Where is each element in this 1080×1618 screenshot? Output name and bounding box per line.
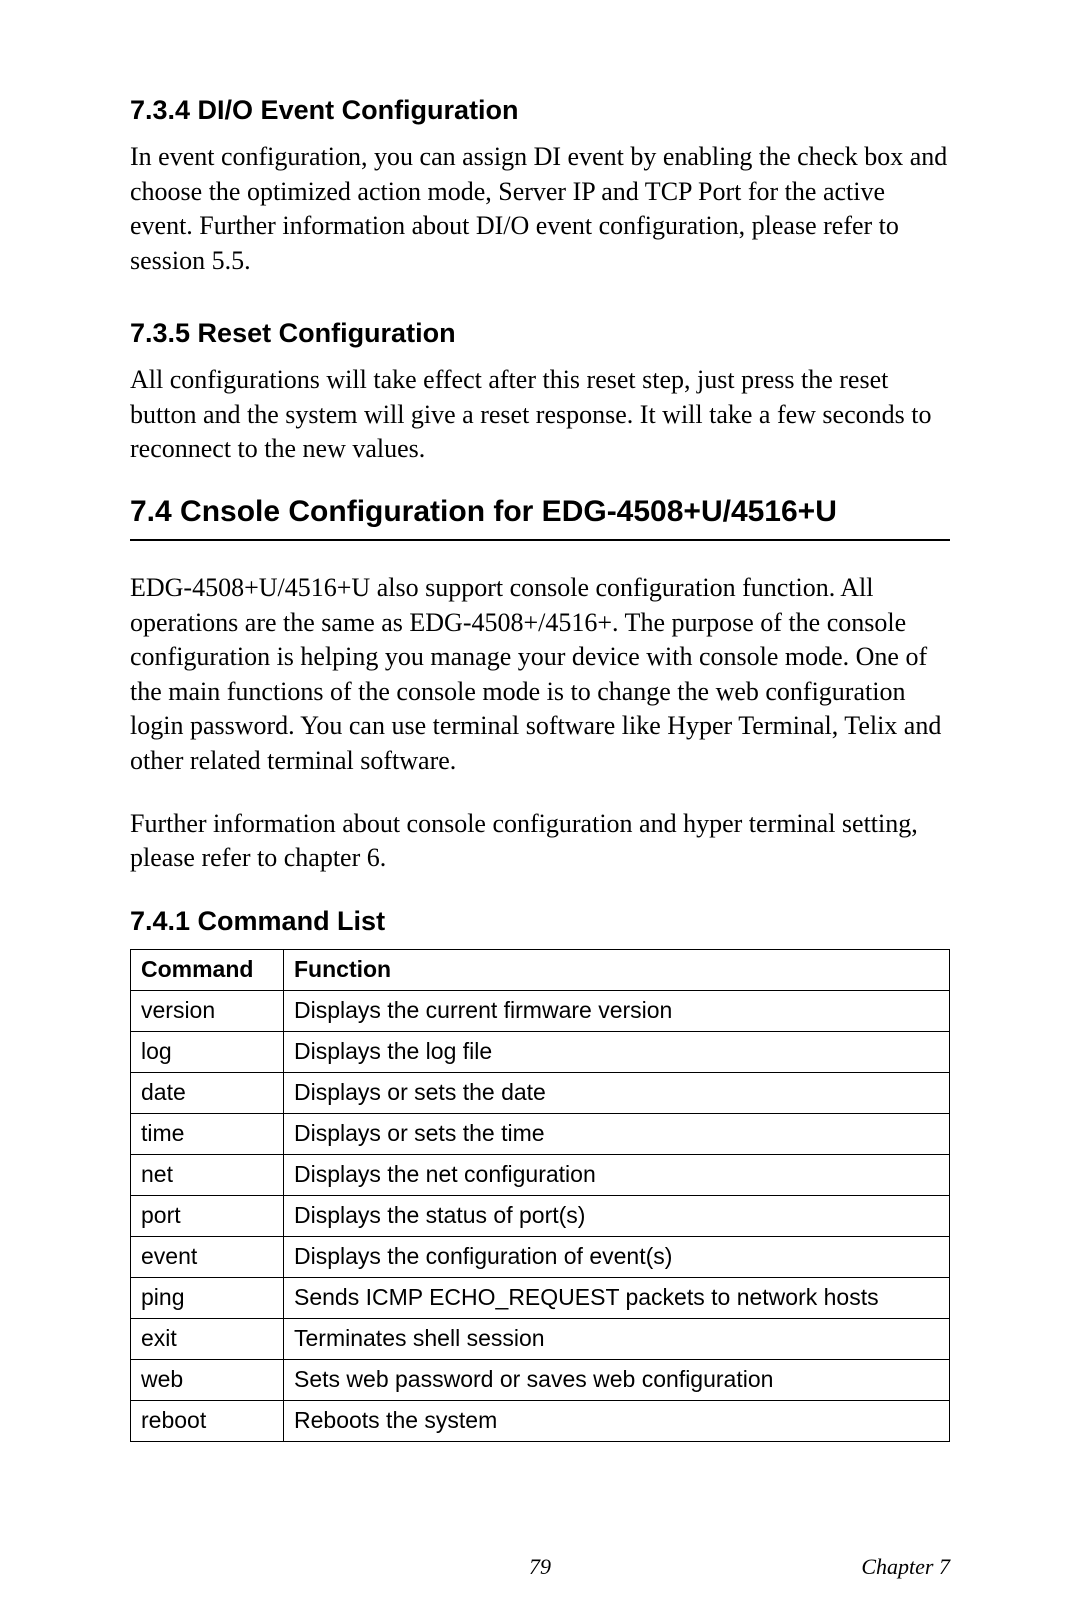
cell-function: Displays the configuration of event(s) — [284, 1236, 950, 1277]
cell-command: ping — [131, 1277, 284, 1318]
table-row: log Displays the log file — [131, 1031, 950, 1072]
cell-function: Displays the current firmware version — [284, 990, 950, 1031]
heading-7-3-5: 7.3.5 Reset Configuration — [130, 318, 950, 349]
cell-function: Sets web password or saves web configura… — [284, 1359, 950, 1400]
chapter-label: Chapter 7 — [861, 1554, 950, 1580]
table-row: port Displays the status of port(s) — [131, 1195, 950, 1236]
table-row: web Sets web password or saves web confi… — [131, 1359, 950, 1400]
paragraph: All configurations will take effect afte… — [130, 363, 950, 467]
cell-command: port — [131, 1195, 284, 1236]
table-header-function: Function — [284, 949, 950, 990]
cell-command: version — [131, 990, 284, 1031]
paragraph: In event configuration, you can assign D… — [130, 140, 950, 278]
table-header-command: Command — [131, 949, 284, 990]
table-row: ping Sends ICMP ECHO_REQUEST packets to … — [131, 1277, 950, 1318]
cell-command: log — [131, 1031, 284, 1072]
heading-7-4: 7.4 Cnsole Configuration for EDG-4508+U/… — [130, 495, 950, 529]
cell-command: web — [131, 1359, 284, 1400]
section-divider — [130, 539, 950, 541]
table-row: date Displays or sets the date — [131, 1072, 950, 1113]
cell-function: Reboots the system — [284, 1400, 950, 1441]
table-row: reboot Reboots the system — [131, 1400, 950, 1441]
cell-command: date — [131, 1072, 284, 1113]
page-number: 79 — [529, 1554, 551, 1580]
cell-function: Terminates shell session — [284, 1318, 950, 1359]
cell-command: reboot — [131, 1400, 284, 1441]
table-row: event Displays the configuration of even… — [131, 1236, 950, 1277]
cell-function: Displays the status of port(s) — [284, 1195, 950, 1236]
cell-function: Sends ICMP ECHO_REQUEST packets to netwo… — [284, 1277, 950, 1318]
cell-function: Displays the log file — [284, 1031, 950, 1072]
table-row: exit Terminates shell session — [131, 1318, 950, 1359]
cell-function: Displays or sets the time — [284, 1113, 950, 1154]
table-row: version Displays the current firmware ve… — [131, 990, 950, 1031]
table-header-row: Command Function — [131, 949, 950, 990]
paragraph: EDG-4508+U/4516+U also support console c… — [130, 571, 950, 778]
cell-command: time — [131, 1113, 284, 1154]
cell-command: net — [131, 1154, 284, 1195]
cell-function: Displays or sets the date — [284, 1072, 950, 1113]
table-row: time Displays or sets the time — [131, 1113, 950, 1154]
document-page: 7.3.4 DI/O Event Configuration In event … — [0, 0, 1080, 1618]
cell-command: event — [131, 1236, 284, 1277]
table-row: net Displays the net configuration — [131, 1154, 950, 1195]
heading-7-3-4: 7.3.4 DI/O Event Configuration — [130, 95, 950, 126]
cell-function: Displays the net configuration — [284, 1154, 950, 1195]
cell-command: exit — [131, 1318, 284, 1359]
heading-7-4-1: 7.4.1 Command List — [130, 906, 950, 937]
command-list-table: Command Function version Displays the cu… — [130, 949, 950, 1442]
paragraph: Further information about console config… — [130, 807, 950, 876]
